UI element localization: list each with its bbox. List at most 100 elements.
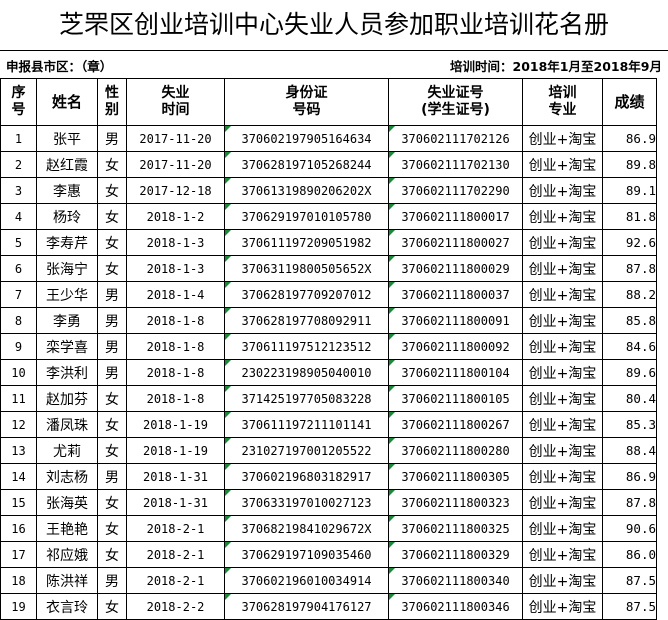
cell-seq[interactable]: 19	[0, 593, 37, 620]
cell-seq[interactable]: 3	[0, 177, 37, 204]
cell-major[interactable]: 创业+淘宝	[522, 437, 603, 464]
cell-major[interactable]: 创业+淘宝	[522, 411, 603, 438]
header-major[interactable]: 培训 专业	[522, 78, 603, 126]
cell-id-number[interactable]: 370628197708092911	[224, 307, 389, 334]
cell-unemployment-cert[interactable]: 370602111800280	[388, 437, 523, 464]
cell-unemployment-time[interactable]: 2018-1-8	[126, 359, 225, 386]
header-id-number[interactable]: 身份证 号码	[224, 78, 389, 126]
cell-id-number[interactable]: 370611197512123512	[224, 333, 389, 360]
cell-seq[interactable]: 7	[0, 281, 37, 308]
cell-unemployment-time[interactable]: 2018-1-2	[126, 203, 225, 230]
cell-id-number[interactable]: 370611197211101141	[224, 411, 389, 438]
header-seq[interactable]: 序 号	[0, 78, 37, 126]
cell-name[interactable]: 赵红霞	[36, 151, 98, 178]
cell-unemployment-cert[interactable]: 370602111800027	[388, 229, 523, 256]
cell-score[interactable]: 89.8	[602, 151, 657, 178]
cell-seq[interactable]: 16	[0, 515, 37, 542]
cell-major[interactable]: 创业+淘宝	[522, 125, 603, 152]
cell-unemployment-cert[interactable]: 370602111702126	[388, 125, 523, 152]
cell-seq[interactable]: 5	[0, 229, 37, 256]
cell-name[interactable]: 李寿芹	[36, 229, 98, 256]
cell-gender[interactable]: 女	[97, 489, 127, 516]
cell-unemployment-cert[interactable]: 370602111800267	[388, 411, 523, 438]
header-unemployment-time[interactable]: 失业 时间	[126, 78, 225, 126]
cell-id-number[interactable]: 370629197109035460	[224, 541, 389, 568]
cell-unemployment-cert[interactable]: 370602111800092	[388, 333, 523, 360]
cell-major[interactable]: 创业+淘宝	[522, 489, 603, 516]
cell-gender[interactable]: 女	[97, 151, 127, 178]
cell-unemployment-cert[interactable]: 370602111800325	[388, 515, 523, 542]
cell-name[interactable]: 栾学喜	[36, 333, 98, 360]
cell-gender[interactable]: 男	[97, 567, 127, 594]
cell-name[interactable]: 张平	[36, 125, 98, 152]
cell-unemployment-time[interactable]: 2018-2-1	[126, 515, 225, 542]
cell-name[interactable]: 杨玲	[36, 203, 98, 230]
cell-major[interactable]: 创业+淘宝	[522, 203, 603, 230]
cell-id-number[interactable]: 370628197904176127	[224, 593, 389, 620]
header-name[interactable]: 姓名	[36, 78, 98, 126]
cell-gender[interactable]: 女	[97, 411, 127, 438]
cell-seq[interactable]: 6	[0, 255, 37, 282]
cell-unemployment-time[interactable]: 2018-1-4	[126, 281, 225, 308]
cell-gender[interactable]: 男	[97, 307, 127, 334]
cell-unemployment-time[interactable]: 2018-1-8	[126, 307, 225, 334]
cell-score[interactable]: 86.0	[602, 541, 657, 568]
cell-gender[interactable]: 男	[97, 125, 127, 152]
cell-unemployment-cert[interactable]: 370602111800037	[388, 281, 523, 308]
cell-id-number[interactable]: 231027197001205522	[224, 437, 389, 464]
cell-unemployment-time[interactable]: 2018-1-19	[126, 437, 225, 464]
cell-gender[interactable]: 女	[97, 385, 127, 412]
cell-name[interactable]: 张海宁	[36, 255, 98, 282]
cell-unemployment-time[interactable]: 2018-1-31	[126, 489, 225, 516]
cell-unemployment-cert[interactable]: 370602111800323	[388, 489, 523, 516]
cell-major[interactable]: 创业+淘宝	[522, 255, 603, 282]
cell-score[interactable]: 89.6	[602, 359, 657, 386]
cell-major[interactable]: 创业+淘宝	[522, 177, 603, 204]
cell-id-number[interactable]: 370602196803182917	[224, 463, 389, 490]
cell-name[interactable]: 李勇	[36, 307, 98, 334]
cell-id-number[interactable]: 370602197905164634	[224, 125, 389, 152]
cell-major[interactable]: 创业+淘宝	[522, 567, 603, 594]
cell-score[interactable]: 84.6	[602, 333, 657, 360]
cell-name[interactable]: 王艳艳	[36, 515, 98, 542]
cell-unemployment-cert[interactable]: 370602111800017	[388, 203, 523, 230]
cell-unemployment-time[interactable]: 2017-12-18	[126, 177, 225, 204]
cell-major[interactable]: 创业+淘宝	[522, 463, 603, 490]
cell-unemployment-time[interactable]: 2017-11-20	[126, 151, 225, 178]
cell-unemployment-time[interactable]: 2018-2-1	[126, 541, 225, 568]
cell-unemployment-time[interactable]: 2018-2-1	[126, 567, 225, 594]
cell-major[interactable]: 创业+淘宝	[522, 307, 603, 334]
cell-id-number[interactable]: 370629197010105780	[224, 203, 389, 230]
cell-major[interactable]: 创业+淘宝	[522, 151, 603, 178]
cell-seq[interactable]: 1	[0, 125, 37, 152]
cell-unemployment-time[interactable]: 2018-1-19	[126, 411, 225, 438]
cell-gender[interactable]: 男	[97, 333, 127, 360]
cell-gender[interactable]: 女	[97, 593, 127, 620]
cell-seq[interactable]: 4	[0, 203, 37, 230]
cell-major[interactable]: 创业+淘宝	[522, 281, 603, 308]
cell-seq[interactable]: 14	[0, 463, 37, 490]
cell-score[interactable]: 87.5	[602, 593, 657, 620]
cell-name[interactable]: 尤莉	[36, 437, 98, 464]
cell-name[interactable]: 潘凤珠	[36, 411, 98, 438]
cell-gender[interactable]: 男	[97, 359, 127, 386]
cell-name[interactable]: 李惠	[36, 177, 98, 204]
cell-unemployment-time[interactable]: 2018-1-3	[126, 255, 225, 282]
cell-id-number[interactable]: 37068219841029672X	[224, 515, 389, 542]
cell-id-number[interactable]: 370628197709207012	[224, 281, 389, 308]
cell-score[interactable]: 88.2	[602, 281, 657, 308]
cell-score[interactable]: 86.9	[602, 463, 657, 490]
cell-unemployment-time[interactable]: 2018-1-8	[126, 385, 225, 412]
cell-unemployment-cert[interactable]: 370602111800305	[388, 463, 523, 490]
cell-gender[interactable]: 女	[97, 177, 127, 204]
cell-name[interactable]: 祁应娥	[36, 541, 98, 568]
cell-id-number[interactable]: 370602196010034914	[224, 567, 389, 594]
cell-seq[interactable]: 11	[0, 385, 37, 412]
cell-unemployment-time[interactable]: 2017-11-20	[126, 125, 225, 152]
cell-name[interactable]: 衣言玲	[36, 593, 98, 620]
header-unemployment-cert[interactable]: 失业证号 (学生证号)	[388, 78, 523, 126]
cell-name[interactable]: 刘志杨	[36, 463, 98, 490]
cell-unemployment-time[interactable]: 2018-2-2	[126, 593, 225, 620]
cell-gender[interactable]: 女	[97, 203, 127, 230]
cell-name[interactable]: 赵加芬	[36, 385, 98, 412]
